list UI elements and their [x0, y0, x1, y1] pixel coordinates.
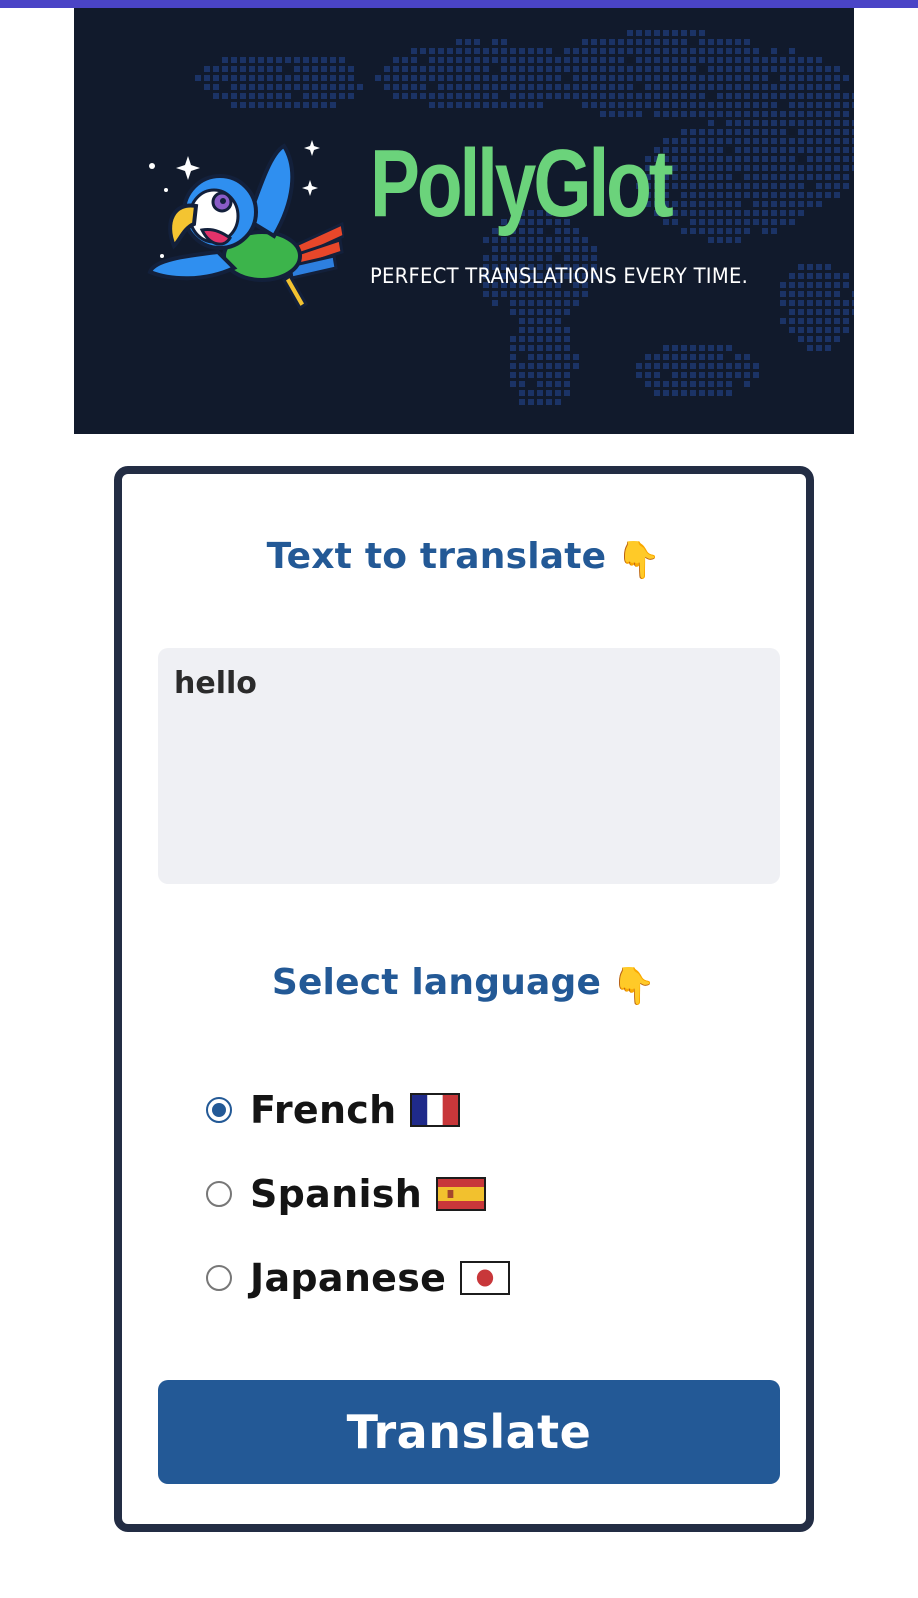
language-label-french: French — [250, 1088, 397, 1132]
app-tagline: PERFECT TRANSLATIONS EVERY TIME. — [370, 264, 749, 288]
language-label-japanese: Japanese — [250, 1256, 447, 1300]
text-heading-label: Text to translate — [266, 536, 607, 577]
flag-france-icon — [410, 1093, 461, 1127]
language-heading-label: Select language — [271, 962, 602, 1003]
language-option-french[interactable]: French — [206, 1082, 461, 1138]
text-input[interactable] — [158, 648, 780, 884]
text-to-translate-heading: Text to translate 👇 — [122, 536, 806, 581]
app-title: PollyGlot — [370, 130, 674, 237]
flag-japan-icon — [460, 1261, 511, 1295]
radio-japanese[interactable] — [206, 1265, 232, 1291]
pointing-down-icon: 👇 — [616, 540, 662, 581]
top-accent-bar — [0, 0, 918, 8]
translate-button[interactable]: Translate — [158, 1380, 780, 1484]
pointing-down-icon: 👇 — [611, 966, 657, 1007]
radio-spanish[interactable] — [206, 1181, 232, 1207]
header-banner: PollyGlot PERFECT TRANSLATIONS EVERY TIM… — [74, 8, 854, 434]
parrot-icon — [147, 140, 344, 311]
radio-french[interactable] — [206, 1097, 232, 1123]
language-label-spanish: Spanish — [250, 1172, 423, 1216]
select-language-heading: Select language 👇 — [122, 962, 806, 1007]
flag-spain-icon — [436, 1177, 487, 1211]
translator-card: Text to translate👇 Select language👇 Tran… — [114, 466, 814, 1532]
language-option-japanese[interactable]: Japanese — [206, 1250, 511, 1306]
language-option-spanish[interactable]: Spanish — [206, 1166, 487, 1222]
